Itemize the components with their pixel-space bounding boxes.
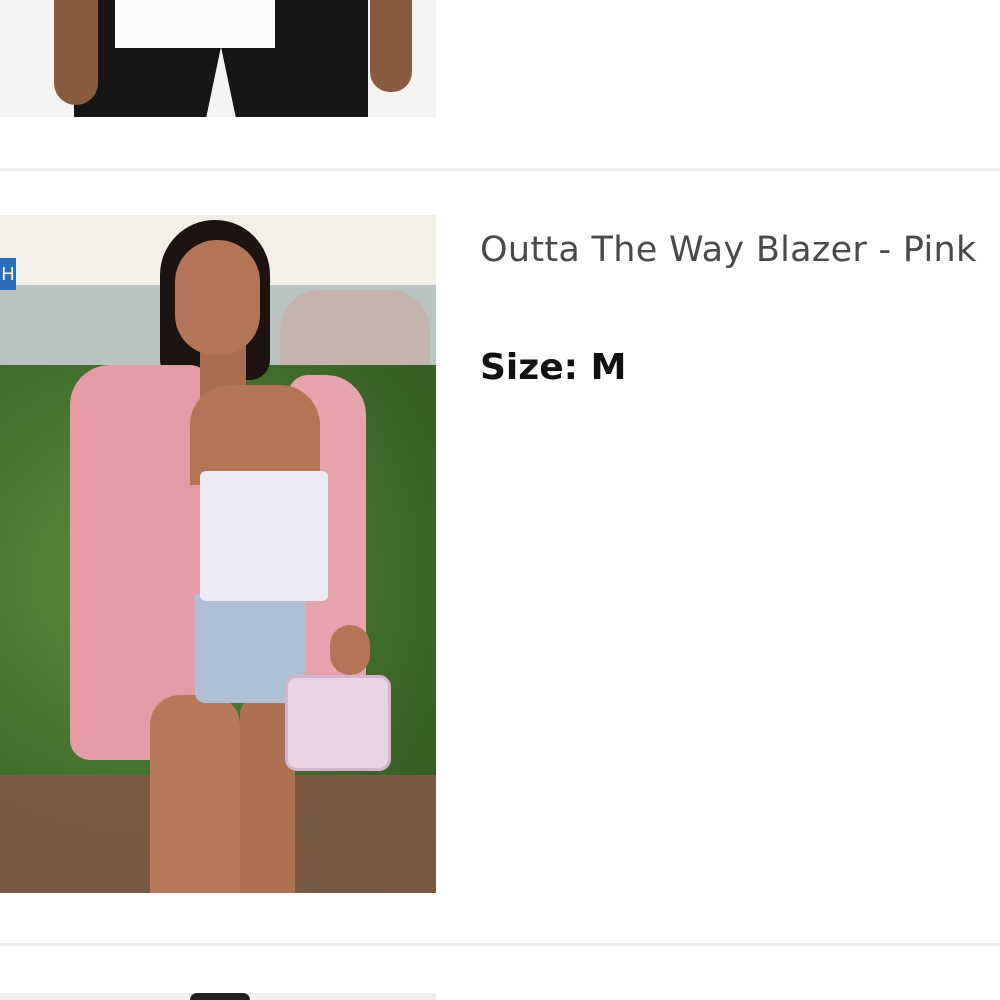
street-sign: H: [0, 258, 16, 290]
product-image-next[interactable]: [0, 993, 436, 1000]
product-image[interactable]: H: [0, 215, 436, 893]
product-title[interactable]: Outta The Way Blazer - Pink: [480, 220, 980, 281]
list-divider: [0, 943, 1000, 946]
list-divider: [0, 168, 1000, 171]
product-size: Size: M: [480, 347, 626, 388]
handbag: [285, 675, 391, 771]
size-label: Size:: [480, 347, 579, 388]
size-value: M: [590, 347, 627, 388]
product-image-previous[interactable]: [0, 0, 436, 117]
